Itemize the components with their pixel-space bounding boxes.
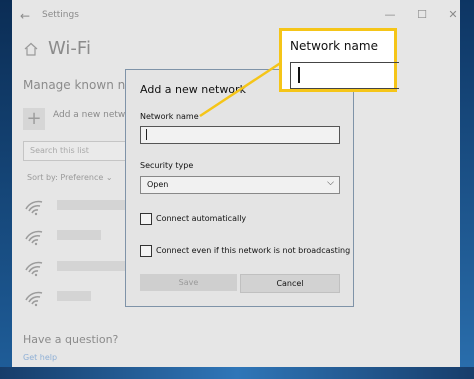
- add-network-link[interactable]: Add a new netw: [53, 110, 125, 120]
- text-caret: [146, 129, 147, 140]
- close-button[interactable]: ✕: [446, 8, 460, 21]
- home-icon[interactable]: [24, 42, 38, 56]
- back-arrow-icon[interactable]: ←: [20, 9, 30, 23]
- security-type-value: Open: [147, 180, 169, 189]
- save-button[interactable]: Save: [140, 274, 237, 291]
- search-input[interactable]: Search this list: [23, 141, 135, 161]
- window-title: Settings: [42, 10, 79, 20]
- wifi-icon: [25, 261, 43, 277]
- callout-field-zoom: [290, 62, 399, 89]
- wifi-icon: [25, 200, 43, 216]
- chevron-down-icon: ⌵: [327, 178, 334, 188]
- connect-automatically-checkbox[interactable]: [140, 213, 152, 225]
- network-name-input[interactable]: [140, 126, 340, 144]
- network-list-item[interactable]: [25, 228, 135, 248]
- desktop-background-left: [0, 0, 12, 379]
- desktop-background-right: [460, 0, 474, 379]
- security-type-select[interactable]: Open ⌵: [140, 176, 340, 194]
- add-network-dialog: Add a new network Network name Security …: [125, 69, 354, 307]
- wifi-icon: [25, 230, 43, 246]
- network-name-redacted: [57, 291, 91, 301]
- maximize-button[interactable]: ☐: [415, 8, 429, 21]
- minimize-button[interactable]: —: [383, 8, 397, 21]
- network-list-item[interactable]: [25, 289, 135, 309]
- callout-label: Network name: [290, 39, 378, 53]
- wifi-icon: [25, 291, 43, 307]
- network-list-item[interactable]: [25, 198, 135, 218]
- network-name-redacted: [57, 230, 101, 240]
- connect-automatically-label: Connect automatically: [156, 214, 247, 223]
- page-title: Wi-Fi: [48, 38, 91, 59]
- network-name-redacted: [57, 200, 129, 210]
- desktop-background-bottom: [0, 367, 474, 379]
- connect-hidden-checkbox[interactable]: [140, 245, 152, 257]
- search-placeholder: Search this list: [30, 146, 89, 155]
- network-name-redacted: [57, 261, 135, 271]
- callout-highlight: Network name: [279, 28, 399, 92]
- dialog-title: Add a new network: [140, 83, 246, 96]
- security-type-label: Security type: [140, 161, 194, 170]
- get-help-link[interactable]: Get help: [23, 353, 57, 362]
- network-name-label: Network name: [140, 112, 199, 121]
- network-list-item[interactable]: [25, 259, 135, 279]
- plus-icon[interactable]: +: [23, 108, 45, 130]
- help-heading: Have a question?: [23, 333, 119, 346]
- text-caret: [298, 67, 300, 83]
- connect-hidden-label: Connect even if this network is not broa…: [156, 246, 351, 255]
- sort-dropdown[interactable]: Sort by: Preference ⌄: [27, 173, 113, 182]
- cancel-button[interactable]: Cancel: [240, 274, 340, 293]
